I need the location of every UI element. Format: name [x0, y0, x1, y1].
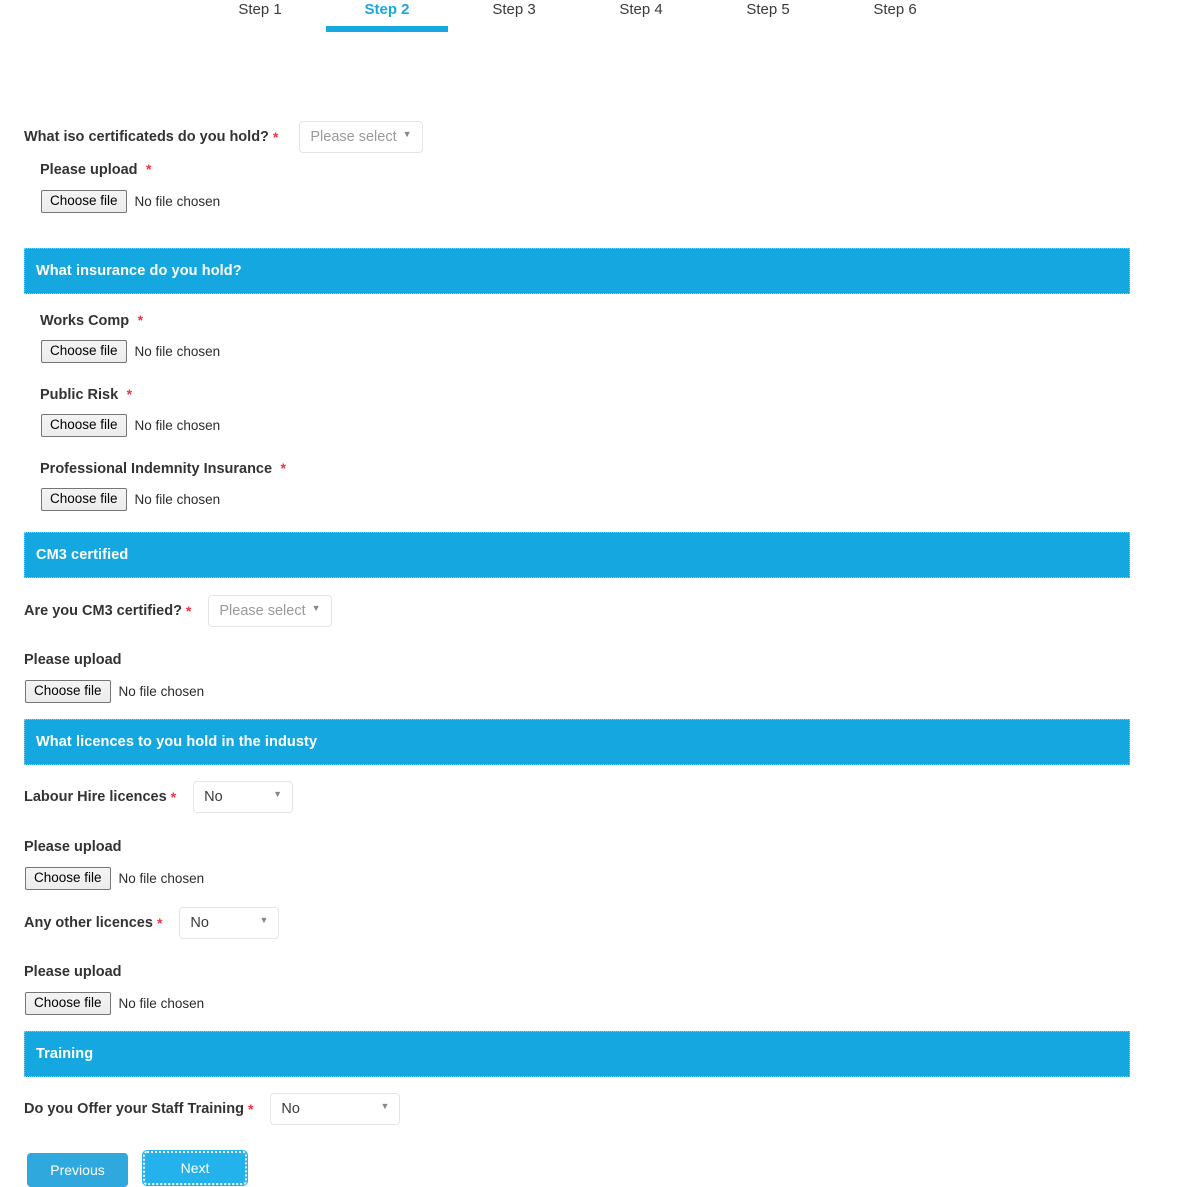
section-header-insurance: What insurance do you hold?: [24, 248, 1130, 294]
labour-hire-licences-required-marker: *: [170, 789, 177, 805]
cm3-file-input[interactable]: Choose file No file chosen: [25, 680, 204, 703]
public-risk-choose-file-button[interactable]: Choose file: [41, 414, 127, 437]
works-comp-label-row: Works Comp *: [40, 312, 143, 330]
chevron-down-icon: ▼: [402, 128, 412, 139]
step-tab-2-label: Step 2: [364, 1, 410, 18]
step-tab-4-label: Step 4: [619, 1, 663, 18]
iso-certificates-label: What iso certificateds do you hold?: [24, 129, 269, 145]
professional-indemnity-choose-file-button[interactable]: Choose file: [41, 488, 127, 511]
staff-training-label: Do you Offer your Staff Training: [24, 1101, 244, 1117]
section-header-licences-title: What licences to you hold in the industy: [36, 734, 318, 750]
any-other-licences-select-value: No: [190, 915, 209, 931]
chevron-down-icon: ▼: [259, 914, 269, 925]
iso-file-input[interactable]: Choose file No file chosen: [41, 190, 220, 213]
labour-hire-upload-label: Please upload: [24, 839, 122, 855]
professional-indemnity-label-row: Professional Indemnity Insurance *: [40, 460, 286, 478]
staff-training-select-value: No: [281, 1101, 300, 1117]
cm3-upload-label-row: Please upload: [24, 651, 122, 669]
step-wizard-nav: Step 1 Step 2 Step 3 Step 4 Step 5 Step …: [0, 0, 1200, 36]
professional-indemnity-required-marker: *: [280, 460, 286, 476]
works-comp-label: Works Comp: [40, 313, 130, 329]
cm3-certified-label: Are you CM3 certified?: [24, 603, 182, 619]
any-other-licences-label: Any other licences: [24, 915, 153, 931]
section-header-training: Training: [24, 1031, 1130, 1077]
iso-upload-label: Please upload: [40, 162, 138, 178]
any-other-licences-required-marker: *: [156, 915, 163, 931]
labour-hire-upload-label-row: Please upload: [24, 838, 122, 856]
iso-upload-label-row: Please upload *: [40, 161, 151, 179]
staff-training-row: Do you Offer your Staff Training * No ▼: [24, 1093, 401, 1125]
step-tab-3-label: Step 3: [492, 1, 536, 18]
professional-indemnity-label: Professional Indemnity Insurance: [40, 461, 273, 477]
any-other-choose-file-button[interactable]: Choose file: [25, 992, 111, 1015]
public-risk-file-input[interactable]: Choose file No file chosen: [41, 414, 220, 437]
public-risk-file-name: No file chosen: [134, 417, 221, 433]
staff-training-required-marker: *: [247, 1101, 254, 1117]
public-risk-label-row: Public Risk *: [40, 386, 132, 404]
cm3-choose-file-button[interactable]: Choose file: [25, 680, 111, 703]
any-other-upload-label-row: Please upload: [24, 963, 122, 981]
previous-button-label: Previous: [50, 1162, 105, 1178]
step-tab-6-label: Step 6: [873, 1, 917, 18]
step-tab-1[interactable]: Step 1: [200, 0, 320, 20]
public-risk-required-marker: *: [126, 386, 133, 402]
section-header-cm3: CM3 certified: [24, 532, 1130, 578]
step-tab-5-label: Step 5: [746, 1, 790, 18]
labour-hire-file-input[interactable]: Choose file No file chosen: [25, 867, 204, 890]
next-button[interactable]: Next: [142, 1150, 248, 1186]
iso-certificates-select-value: Please select: [310, 129, 397, 145]
iso-choose-file-button[interactable]: Choose file: [41, 190, 127, 213]
step-tab-1-label: Step 1: [238, 1, 282, 18]
any-other-file-name: No file chosen: [118, 995, 205, 1011]
next-button-label: Next: [180, 1160, 210, 1176]
iso-file-name: No file chosen: [134, 193, 221, 209]
professional-indemnity-file-name: No file chosen: [134, 491, 221, 507]
labour-hire-licences-label: Labour Hire licences: [24, 789, 167, 805]
section-header-training-title: Training: [36, 1046, 94, 1062]
active-step-indicator: [326, 26, 448, 32]
works-comp-file-name: No file chosen: [134, 343, 221, 359]
cm3-upload-label: Please upload: [24, 652, 122, 668]
step-tab-3[interactable]: Step 3: [454, 0, 574, 20]
labour-hire-licences-select[interactable]: No ▼: [193, 781, 294, 813]
chevron-down-icon: ▼: [311, 602, 321, 613]
cm3-file-name: No file chosen: [118, 683, 205, 699]
section-header-insurance-title: What insurance do you hold?: [36, 263, 242, 279]
labour-hire-licences-row: Labour Hire licences * No ▼: [24, 781, 294, 813]
chevron-down-icon: ▼: [273, 788, 283, 799]
any-other-licences-select[interactable]: No ▼: [179, 907, 280, 939]
works-comp-required-marker: *: [137, 312, 144, 328]
labour-hire-licences-select-value: No: [204, 789, 223, 805]
iso-certificates-select[interactable]: Please select ▼: [299, 121, 423, 153]
chevron-down-icon: ▼: [380, 1100, 390, 1111]
step-tab-2[interactable]: Step 2: [327, 0, 447, 20]
step-tab-6[interactable]: Step 6: [835, 0, 955, 20]
cm3-certified-required-marker: *: [185, 603, 192, 619]
iso-upload-required-marker: *: [145, 161, 152, 177]
iso-certificates-row: What iso certificateds do you hold? * Pl…: [24, 121, 423, 153]
step-tab-4[interactable]: Step 4: [581, 0, 701, 20]
cm3-certified-select[interactable]: Please select ▼: [208, 595, 332, 627]
section-header-licences: What licences to you hold in the industy: [24, 719, 1130, 765]
section-header-cm3-title: CM3 certified: [36, 547, 129, 563]
previous-button[interactable]: Previous: [27, 1153, 128, 1187]
cm3-certified-select-value: Please select: [219, 603, 306, 619]
labour-hire-file-name: No file chosen: [118, 870, 205, 886]
public-risk-label: Public Risk: [40, 387, 119, 403]
works-comp-file-input[interactable]: Choose file No file chosen: [41, 340, 220, 363]
cm3-certified-row: Are you CM3 certified? * Please select ▼: [24, 595, 332, 627]
any-other-file-input[interactable]: Choose file No file chosen: [25, 992, 204, 1015]
works-comp-choose-file-button[interactable]: Choose file: [41, 340, 127, 363]
staff-training-select[interactable]: No ▼: [270, 1093, 401, 1125]
iso-certificates-required-marker: *: [272, 129, 279, 145]
step-tab-5[interactable]: Step 5: [708, 0, 828, 20]
any-other-upload-label: Please upload: [24, 964, 122, 980]
any-other-licences-row: Any other licences * No ▼: [24, 907, 280, 939]
labour-hire-choose-file-button[interactable]: Choose file: [25, 867, 111, 890]
professional-indemnity-file-input[interactable]: Choose file No file chosen: [41, 488, 220, 511]
